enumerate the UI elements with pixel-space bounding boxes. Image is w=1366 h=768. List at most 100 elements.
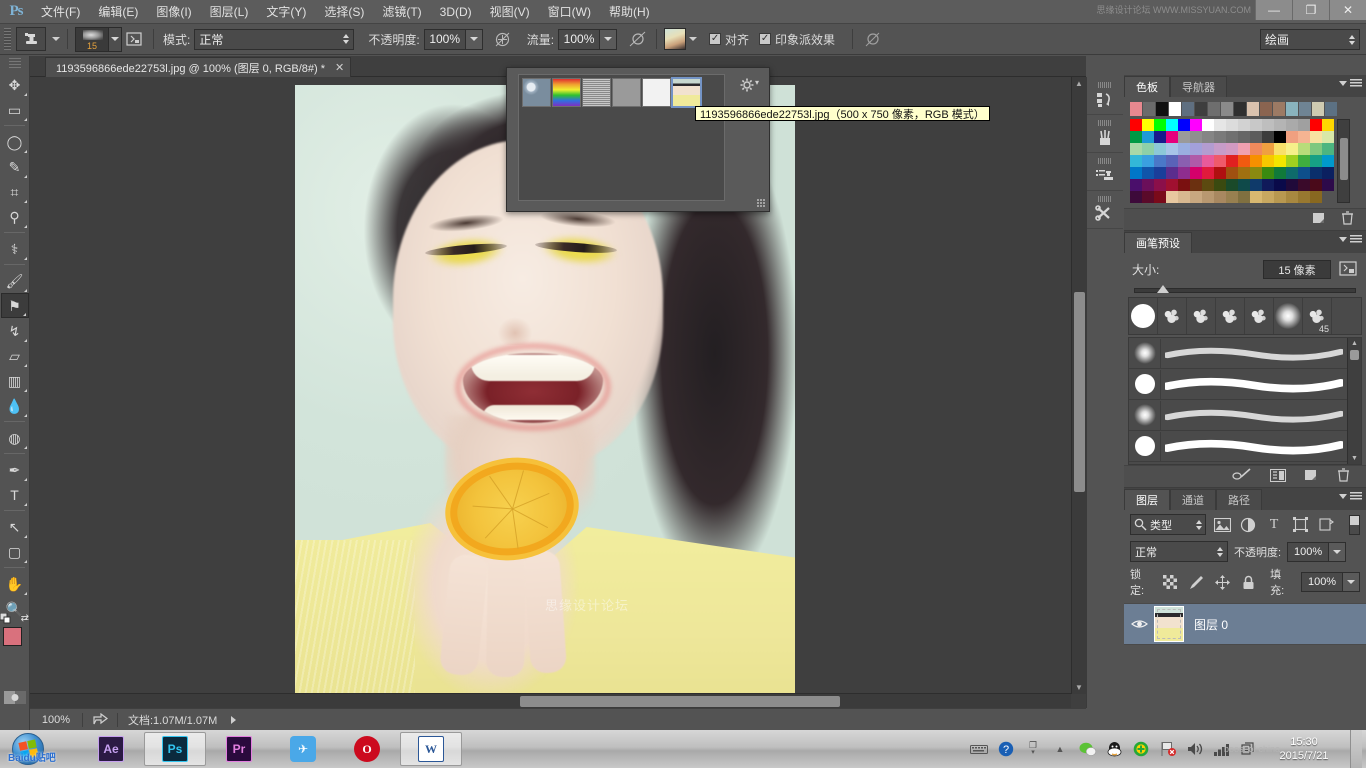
- swatch-36[interactable]: [1154, 143, 1166, 155]
- swatch-46[interactable]: [1274, 143, 1286, 155]
- pattern-rainbow-pattern[interactable]: [552, 78, 581, 107]
- lock-image-pixels-icon[interactable]: [1187, 572, 1205, 592]
- tool-brush-tool[interactable]: 🖌: [1, 268, 29, 293]
- brush-list-scroll-thumb[interactable]: [1350, 350, 1359, 360]
- swatch-33[interactable]: [1322, 131, 1334, 143]
- swatch-58[interactable]: [1214, 155, 1226, 167]
- tool-quick-selection-tool[interactable]: ✎: [1, 154, 29, 179]
- swatch-117[interactable]: [1310, 191, 1322, 203]
- tool-spot-healing-brush-tool[interactable]: ⚕: [1, 236, 29, 261]
- taskbar-item-photoshop[interactable]: Ps: [144, 732, 206, 766]
- recent-swatch-10[interactable]: [1260, 102, 1272, 116]
- menu-item-7[interactable]: 3D(D): [431, 3, 481, 21]
- swatch-79[interactable]: [1262, 167, 1274, 179]
- menu-item-10[interactable]: 帮助(H): [600, 1, 659, 22]
- recent-colors-row[interactable]: [1124, 97, 1366, 119]
- swatch-3[interactable]: [1166, 119, 1178, 131]
- swatch-5[interactable]: [1190, 119, 1202, 131]
- filter-adjustment-layers-icon[interactable]: [1238, 515, 1258, 535]
- list-item[interactable]: [1129, 431, 1347, 462]
- open-preset-manager-icon[interactable]: [1270, 468, 1286, 485]
- show-hidden-icons-icon[interactable]: ▲: [1051, 740, 1069, 758]
- swatch-73[interactable]: [1190, 167, 1202, 179]
- swatch-50[interactable]: [1322, 143, 1334, 155]
- pattern-bubbles-pattern[interactable]: [522, 78, 551, 107]
- layer-name[interactable]: 图层 0: [1194, 616, 1228, 633]
- swatch-10[interactable]: [1250, 119, 1262, 131]
- swatch-107[interactable]: [1190, 191, 1202, 203]
- lock-all-icon[interactable]: [1240, 572, 1258, 592]
- swatch-108[interactable]: [1202, 191, 1214, 203]
- tab-layers[interactable]: 图层: [1124, 489, 1170, 510]
- layer-fill-input[interactable]: 100%: [1301, 572, 1344, 592]
- tool-move-tool[interactable]: ✥: [1, 72, 29, 97]
- recent-swatch-2[interactable]: [1156, 102, 1168, 116]
- swatch-96[interactable]: [1262, 179, 1274, 191]
- blend-mode-select[interactable]: 正常: [194, 28, 355, 50]
- opacity-dropdown-arrow[interactable]: [465, 28, 483, 50]
- popup-resize-grip[interactable]: [757, 199, 766, 208]
- swatch-75[interactable]: [1214, 167, 1226, 179]
- swatch-62[interactable]: [1262, 155, 1274, 167]
- wechat-icon[interactable]: [1078, 740, 1096, 758]
- swatch-109[interactable]: [1214, 191, 1226, 203]
- layers-panel-menu-icon[interactable]: [1339, 492, 1362, 501]
- swatch-0[interactable]: [1130, 119, 1142, 131]
- current-tool-clone-stamp-icon[interactable]: [16, 27, 46, 51]
- swatch-31[interactable]: [1298, 131, 1310, 143]
- tool-gradient-tool[interactable]: ▥: [1, 368, 29, 393]
- swatch-78[interactable]: [1250, 167, 1262, 179]
- swatch-86[interactable]: [1142, 179, 1154, 191]
- swatch-17[interactable]: [1130, 131, 1142, 143]
- swatch-104[interactable]: [1154, 191, 1166, 203]
- brush-list-scroll-up-icon[interactable]: ▲: [1351, 340, 1358, 347]
- swatch-45[interactable]: [1262, 143, 1274, 155]
- antivirus-icon[interactable]: [1132, 740, 1150, 758]
- recent-swatch-6[interactable]: [1208, 102, 1220, 116]
- tool-eyedropper-tool[interactable]: ⚲: [1, 204, 29, 229]
- brush-tip-splatter-3[interactable]: [1216, 298, 1245, 334]
- taskbar-item-foxmail[interactable]: ✈: [272, 732, 334, 766]
- flow-dropdown-arrow[interactable]: [600, 28, 618, 50]
- gear-icon[interactable]: ▾: [740, 78, 759, 95]
- foreground-color-swatch[interactable]: [3, 627, 22, 646]
- filter-shape-layers-icon[interactable]: [1290, 515, 1310, 535]
- swatch-67[interactable]: [1322, 155, 1334, 167]
- start-button[interactable]: Baidu贴吧: [0, 731, 56, 767]
- layer-blend-mode-select[interactable]: 正常: [1130, 541, 1228, 562]
- layer-filter-toggle[interactable]: [1349, 514, 1360, 535]
- pressure-opacity-icon[interactable]: [491, 27, 515, 51]
- swatch-30[interactable]: [1286, 131, 1298, 143]
- recent-swatch-14[interactable]: [1312, 102, 1324, 116]
- canvas-horizontal-scrollbar[interactable]: [30, 693, 1071, 708]
- layer-fill-dropdown-arrow[interactable]: [1343, 572, 1361, 592]
- tool-rectangle-tool[interactable]: ▢: [1, 539, 29, 564]
- swatch-23[interactable]: [1202, 131, 1214, 143]
- brush-tip-splatter-2[interactable]: [1187, 298, 1216, 334]
- swatch-51[interactable]: [1130, 155, 1142, 167]
- swatch-32[interactable]: [1310, 131, 1322, 143]
- swatch-97[interactable]: [1274, 179, 1286, 191]
- swatch-22[interactable]: [1190, 131, 1202, 143]
- swatch-85[interactable]: [1130, 179, 1142, 191]
- swatch-113[interactable]: [1262, 191, 1274, 203]
- pattern-grey-pattern[interactable]: [612, 78, 641, 107]
- clone-source-thumbnail[interactable]: [664, 28, 687, 50]
- brush-list-scroll-down-icon[interactable]: ▼: [1351, 455, 1358, 462]
- list-item[interactable]: [1129, 369, 1347, 400]
- swatch-35[interactable]: [1142, 143, 1154, 155]
- pattern-picker-popup[interactable]: ▾: [506, 67, 770, 212]
- swatch-74[interactable]: [1202, 167, 1214, 179]
- recent-swatch-3[interactable]: [1169, 102, 1181, 116]
- tablet-pressure-size-icon[interactable]: [860, 27, 884, 51]
- tool-crop-tool[interactable]: ⌗: [1, 179, 29, 204]
- swatch-42[interactable]: [1226, 143, 1238, 155]
- swatch-56[interactable]: [1190, 155, 1202, 167]
- swatches-scrollbar[interactable]: [1337, 119, 1350, 203]
- tool-rectangular-marquee-tool[interactable]: ▭: [1, 97, 29, 122]
- menu-item-3[interactable]: 图层(L): [201, 1, 258, 22]
- swatch-64[interactable]: [1286, 155, 1298, 167]
- swatch-2[interactable]: [1154, 119, 1166, 131]
- clone-source-dropdown-arrow[interactable]: [689, 37, 698, 41]
- filter-smart-objects-icon[interactable]: [1316, 515, 1336, 535]
